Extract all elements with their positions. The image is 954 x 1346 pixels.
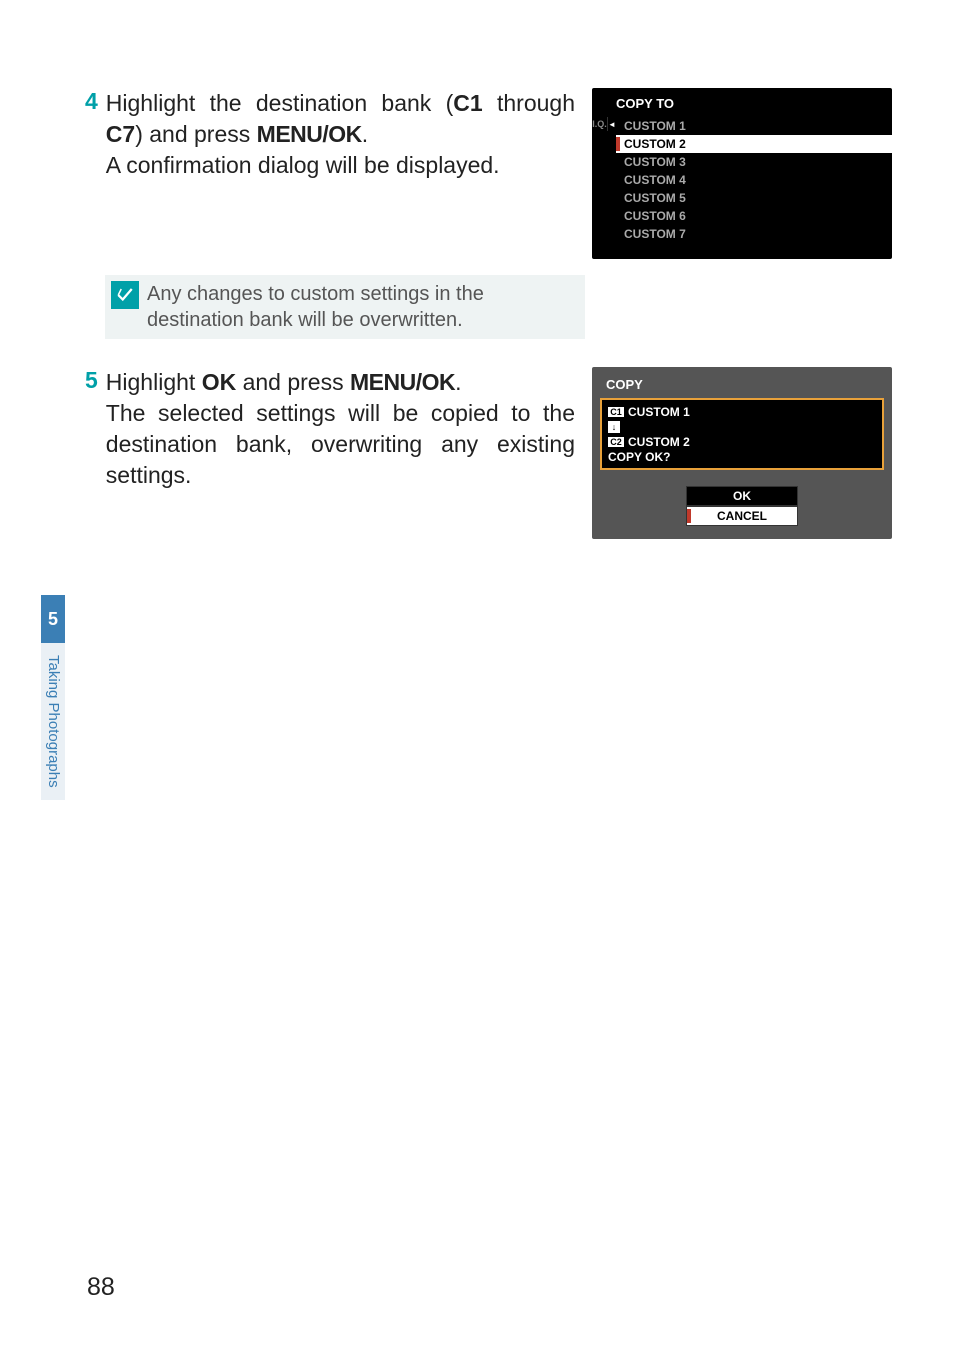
ok-button: OK (686, 486, 798, 506)
list-item-highlighted: CUSTOM 2 (616, 135, 892, 153)
copy-source-line: C1 CUSTOM 1 (608, 404, 876, 420)
step-4-text-frag2: through (483, 90, 575, 116)
step-5-menuok: MENU/OK (350, 369, 455, 395)
step-4-line2a: A confirmation dialog will be dis (106, 152, 426, 178)
copy-source-label: CUSTOM 1 (628, 405, 690, 419)
step-5-period: . (455, 369, 461, 395)
note-icon (111, 281, 139, 309)
step-4-period: . (362, 121, 368, 147)
camera-screen-copy-confirm: COPY C1 CUSTOM 1 ↓ C2 CUSTOM 2 COPY OK? … (592, 367, 892, 539)
list-item: CUSTOM 7 (616, 225, 892, 243)
list-item: CUSTOM 1 (616, 117, 892, 135)
screen2-title: COPY (600, 373, 884, 398)
step-5-frag2: and press (236, 369, 350, 395)
left-arrow-icon: ◄ (608, 117, 616, 131)
list-item: CUSTOM 3 (616, 153, 892, 171)
step-4-c1: C1 (453, 90, 482, 116)
step-4-text-frag3: ) and press (135, 121, 256, 147)
step-4-c7: C7 (106, 121, 135, 147)
chapter-number: 5 (41, 595, 65, 643)
list-item: CUSTOM 5 (616, 189, 892, 207)
cancel-label: CANCEL (717, 509, 767, 523)
page-number: 88 (87, 1273, 115, 1302)
step-4: 4 Highlight the destination bank (C1 thr… (85, 88, 892, 259)
chapter-label: Taking Photographs (41, 643, 65, 800)
copy-prompt: COPY OK? (608, 450, 876, 464)
step-number-5: 5 (85, 367, 98, 395)
step-4-text-frag: Highlight the destination bank ( (106, 90, 453, 116)
copy-dest-line: C2 CUSTOM 2 (608, 434, 876, 450)
list-item: CUSTOM 6 (616, 207, 892, 225)
highlight-marker (616, 137, 620, 151)
down-arrow-icon: ↓ (608, 421, 620, 433)
cancel-button-selected: CANCEL (686, 506, 798, 526)
list-item: CUSTOM 4 (616, 171, 892, 189)
c1-badge: C1 (608, 407, 624, 417)
step-4-body: Highlight the destination bank (C1 throu… (106, 88, 575, 181)
copy-dest-label: CUSTOM 2 (628, 435, 690, 449)
dialog-buttons: OK CANCEL (600, 486, 884, 526)
step-5-para2: The selected settings will be copied to … (106, 400, 575, 488)
chapter-side-tab: 5 Taking Photographs (41, 595, 65, 800)
iq-tab: I.Q. (592, 117, 608, 131)
screen1-list: CUSTOM 1 CUSTOM 2 CUSTOM 3 CUSTOM 4 CUST… (616, 117, 892, 243)
step-5: 5 Highlight OK and press MENU/OK. The se… (85, 367, 892, 539)
step-4-line2b: played. (425, 152, 499, 178)
note-text: Any changes to custom settings in the de… (147, 281, 575, 333)
camera-screen-copy-to: COPY TO I.Q. ◄ CUSTOM 1 CUSTOM 2 CUSTOM … (592, 88, 892, 259)
copy-confirm-box: C1 CUSTOM 1 ↓ C2 CUSTOM 2 COPY OK? (600, 398, 884, 470)
step-4-menuok: MENU/OK (257, 121, 362, 147)
note-callout: Any changes to custom settings in the de… (105, 275, 585, 339)
screen1-title: COPY TO (592, 94, 892, 117)
c2-badge: C2 (608, 437, 624, 447)
step-number-4: 4 (85, 88, 98, 116)
step-5-frag1: Highlight (106, 369, 202, 395)
step-5-ok: OK (202, 369, 237, 395)
list-item-label: CUSTOM 2 (624, 137, 686, 151)
step-5-body: Highlight OK and press MENU/OK. The sele… (106, 367, 575, 491)
